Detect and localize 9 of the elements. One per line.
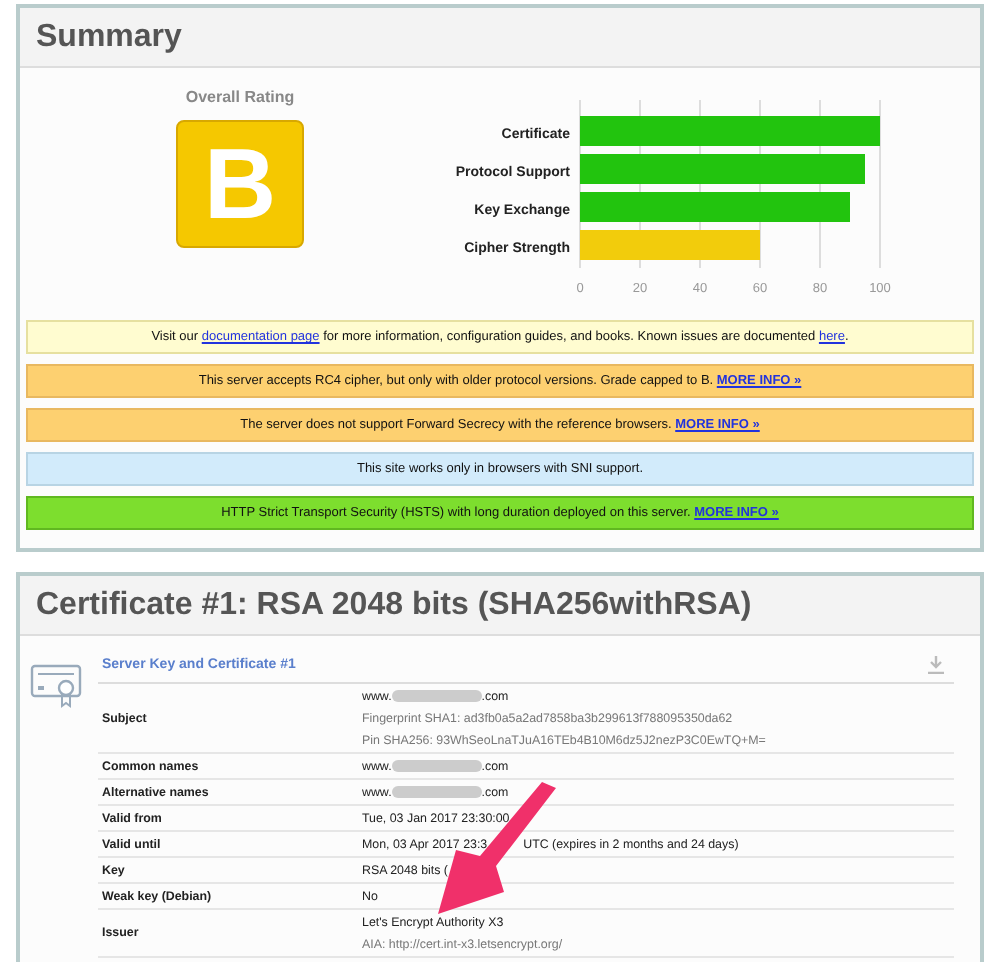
rating-label: Overall Rating (185, 88, 295, 106)
redaction-bar (391, 786, 482, 798)
redaction-bar (391, 690, 482, 702)
redaction-bar (391, 760, 482, 772)
download-icon[interactable] (928, 656, 944, 674)
grade-badge: B (176, 120, 304, 248)
panel-title: Certificate #1: RSA 2048 bits (SHA256withRSA) (20, 576, 980, 636)
certificate-icon (30, 664, 82, 708)
panel-title: Summary (20, 8, 980, 68)
